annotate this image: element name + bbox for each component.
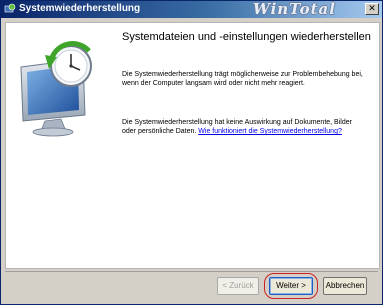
wizard-content: Systemdateien und -einstellungen wiederh… bbox=[5, 22, 380, 269]
footer-divider bbox=[5, 271, 378, 272]
close-icon: ✕ bbox=[368, 4, 376, 14]
back-button[interactable]: < Zurück bbox=[217, 277, 259, 295]
watermark-logo: WinTotal bbox=[253, 0, 336, 18]
info-text: Die Systemwiederherstellung hat keine Au… bbox=[122, 118, 367, 136]
system-restore-window: Systemwiederherstellung WinTotal ✕ Syste… bbox=[0, 0, 383, 305]
title-bar[interactable]: Systemwiederherstellung WinTotal ✕ bbox=[1, 1, 382, 18]
cancel-button[interactable]: Abbrechen bbox=[323, 277, 367, 295]
help-link[interactable]: Wie funktioniert die Systemwiederherstel… bbox=[198, 128, 342, 135]
monitor-restore-clock-icon bbox=[20, 41, 92, 137]
page-title: Systemdateien und -einstellungen wiederh… bbox=[122, 31, 371, 43]
close-button[interactable]: ✕ bbox=[365, 3, 379, 15]
next-button-highlight bbox=[264, 273, 318, 299]
system-restore-icon bbox=[4, 3, 16, 13]
window-title: Systemwiederherstellung bbox=[19, 3, 141, 14]
description-text: Die Systemwiederherstellung trägt möglic… bbox=[122, 71, 363, 87]
